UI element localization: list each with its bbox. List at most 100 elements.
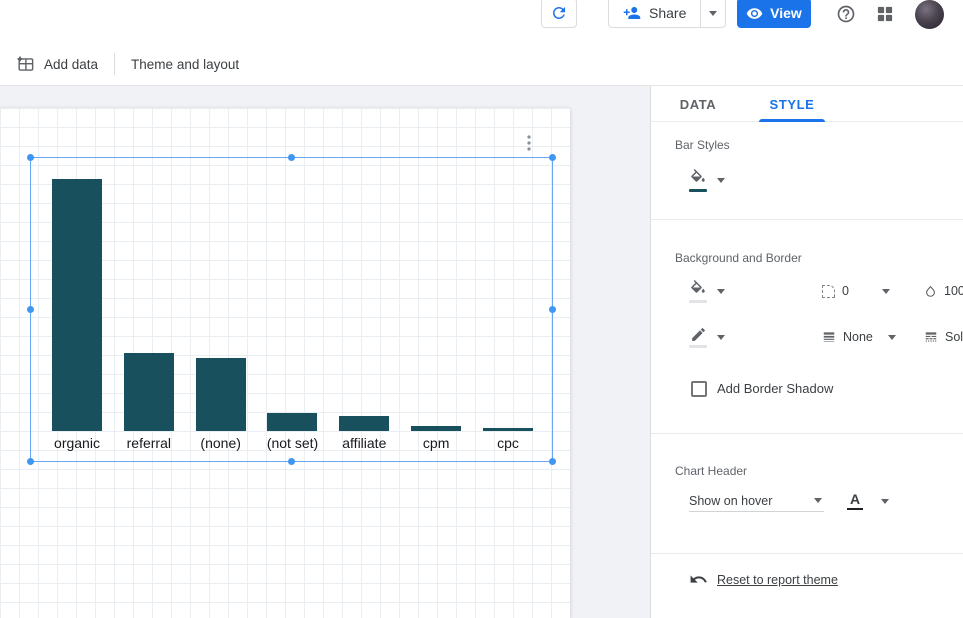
share-split-button: Share	[608, 0, 726, 28]
selection-handle[interactable]	[27, 154, 34, 161]
avatar[interactable]	[915, 0, 944, 29]
bar-slot: cpc	[483, 158, 533, 457]
bar-slot: referral	[124, 158, 174, 457]
bar[interactable]	[267, 413, 317, 431]
chart-header-visibility-value: Show on hover	[689, 494, 772, 508]
bar-slot: (none)	[196, 158, 246, 457]
share-dropdown-button[interactable]	[701, 0, 725, 27]
dropdown-caret-icon	[717, 289, 725, 294]
share-button[interactable]: Share	[609, 0, 700, 27]
selection-handle[interactable]	[288, 154, 295, 161]
view-button[interactable]: View	[737, 0, 811, 28]
border-weight-value: None	[843, 330, 873, 344]
refresh-icon	[550, 4, 568, 22]
border-color-picker[interactable]	[689, 326, 725, 348]
dropdown-caret-icon	[882, 289, 890, 294]
bar-fill-color-picker[interactable]	[689, 169, 725, 192]
border-shadow-checkbox[interactable]	[691, 381, 707, 397]
theme-and-layout-label: Theme and layout	[131, 57, 239, 72]
section-divider	[651, 433, 963, 434]
toolbar-separator	[114, 53, 115, 75]
background-color-picker[interactable]	[689, 280, 725, 303]
border-shadow-label: Add Border Shadow	[717, 381, 833, 396]
bar[interactable]	[124, 353, 174, 431]
tab-data[interactable]: DATA	[651, 86, 745, 122]
bar-label: affiliate	[342, 431, 386, 457]
help-button[interactable]	[833, 1, 859, 27]
help-icon	[836, 4, 856, 24]
selection-handle[interactable]	[27, 306, 34, 313]
bar-label: (not set)	[267, 431, 318, 457]
bar[interactable]	[196, 358, 246, 431]
selection-handle[interactable]	[549, 458, 556, 465]
font-color-letter: A	[850, 492, 860, 507]
apps-grid-button[interactable]	[872, 1, 898, 27]
paint-bucket-icon	[689, 280, 707, 298]
bar-label: organic	[54, 431, 100, 457]
selection-handle[interactable]	[549, 306, 556, 313]
font-color-underline	[847, 508, 863, 511]
eye-icon	[746, 5, 763, 22]
bar-label: (none)	[200, 431, 240, 457]
dropdown-caret-icon	[888, 335, 896, 340]
share-label: Share	[649, 5, 686, 21]
bar[interactable]	[52, 179, 102, 431]
reset-to-theme-button[interactable]: Reset to report theme	[689, 570, 838, 589]
theme-and-layout-button[interactable]: Theme and layout	[131, 57, 239, 72]
apps-grid-icon	[877, 6, 893, 22]
opacity-icon	[924, 285, 937, 298]
bar-slot: organic	[52, 158, 102, 457]
selection-handle[interactable]	[27, 458, 34, 465]
bar-styles-title: Bar Styles	[675, 138, 730, 152]
bar-label: referral	[127, 431, 171, 457]
top-bar: Share View	[0, 0, 963, 43]
bar[interactable]	[339, 416, 389, 431]
app-window: Share View	[0, 0, 963, 618]
bar-label: cpc	[497, 431, 519, 457]
report-canvas[interactable]: organic referral (none) (not set) affiliate c…	[0, 108, 570, 618]
dropdown-caret-icon	[717, 335, 725, 340]
workspace: organic referral (none) (not set) affiliate c…	[0, 86, 963, 618]
border-style-value: Solid	[945, 330, 963, 344]
kebab-menu-icon[interactable]	[521, 134, 537, 152]
view-label: View	[770, 5, 802, 21]
corner-radius-select[interactable]: 0	[822, 284, 890, 298]
add-data-icon	[16, 55, 35, 74]
selection-handle[interactable]	[549, 154, 556, 161]
bar-label: cpm	[423, 431, 449, 457]
properties-panel: DATA STYLE Bar Styles Backgrou	[650, 86, 963, 618]
section-divider	[651, 553, 963, 554]
add-data-button[interactable]: Add data	[16, 55, 98, 74]
selected-bar-chart[interactable]: organic referral (none) (not set) affiliate c…	[30, 157, 553, 462]
reset-to-theme-label: Reset to report theme	[717, 573, 838, 587]
undo-icon	[689, 570, 708, 589]
chart-header-font-color-picker[interactable]: A	[847, 492, 863, 511]
background-border-title: Background and Border	[675, 251, 802, 265]
background-color-underline	[689, 300, 707, 303]
add-data-label: Add data	[44, 57, 98, 72]
chart-header-visibility-select[interactable]: Show on hover	[689, 490, 824, 512]
paint-bucket-icon	[689, 169, 707, 187]
dropdown-caret-icon	[814, 498, 822, 503]
line-style-icon	[924, 330, 938, 344]
border-color-underline	[689, 345, 707, 348]
selection-handle[interactable]	[288, 458, 295, 465]
opacity-select[interactable]: 100%	[924, 284, 963, 298]
section-divider	[651, 219, 963, 220]
corner-radius-value: 0	[842, 284, 849, 298]
bar-style-color-underline	[689, 189, 707, 192]
border-style-select[interactable]: Solid	[924, 330, 963, 344]
opacity-value: 100%	[944, 284, 963, 298]
panel-tabs: DATA STYLE	[651, 86, 963, 122]
dropdown-caret-icon	[717, 178, 725, 183]
tab-style[interactable]: STYLE	[745, 86, 839, 122]
bar-slot: (not set)	[267, 158, 317, 457]
line-weight-icon	[822, 330, 836, 344]
border-color-pencil-icon	[690, 326, 707, 343]
border-weight-select[interactable]: None	[822, 330, 896, 344]
chart-header-title: Chart Header	[675, 464, 747, 478]
refresh-button[interactable]	[541, 0, 577, 28]
dropdown-caret-icon	[881, 499, 889, 504]
toolbar: Add data Theme and layout	[0, 43, 963, 86]
corner-radius-icon	[822, 285, 835, 298]
